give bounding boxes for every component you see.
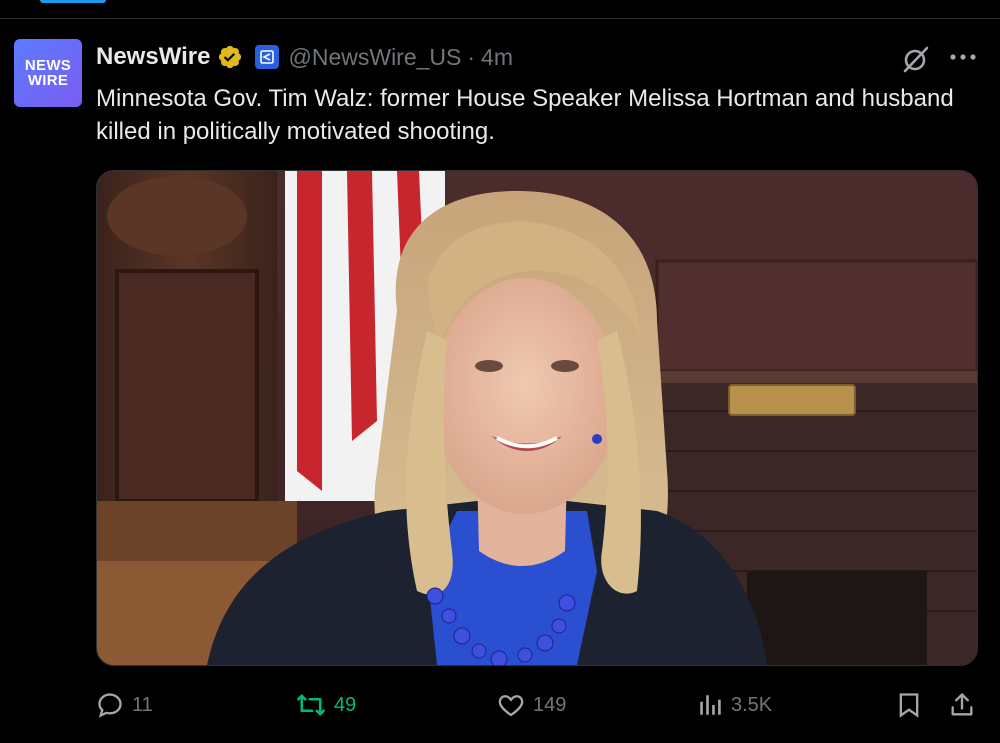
like-count: 149: [533, 693, 567, 716]
views-count: 3.5K: [731, 693, 773, 716]
user-handle[interactable]: @NewsWire_US: [289, 44, 462, 71]
verified-badge-icon[interactable]: [217, 44, 243, 70]
active-tab-indicator: [40, 0, 106, 3]
share-icon: [951, 693, 973, 716]
avatar-text-line2: WIRE: [27, 72, 69, 89]
bookmark-icon: [899, 693, 919, 718]
separator-dot: ·: [467, 43, 476, 70]
reply-button[interactable]: 11: [96, 685, 153, 725]
more-options-icon[interactable]: [946, 45, 980, 69]
reply-count: 11: [132, 693, 153, 716]
repost-icon: [297, 694, 325, 716]
affiliate-badge-icon[interactable]: [254, 45, 279, 69]
timestamp[interactable]: 4m: [481, 44, 513, 71]
grok-icon[interactable]: [900, 43, 932, 75]
tweet-header: NewsWire @NewsWire_US · 4m: [96, 41, 513, 73]
top-bar: [0, 0, 1000, 19]
repost-count: 49: [334, 693, 357, 716]
analytics-icon: [700, 695, 721, 715]
heart-icon: [498, 695, 524, 717]
reply-icon: [98, 693, 122, 718]
share-button[interactable]: [948, 685, 976, 725]
tweet-actions: 11 49 149 3.5K: [0, 685, 1000, 725]
tweet[interactable]: NEWS WIRE NewsWire @NewsWire_US · 4m Min…: [0, 19, 1000, 743]
tweet-photo[interactable]: [96, 170, 978, 666]
bookmark-button[interactable]: [895, 685, 923, 725]
avatar[interactable]: NEWS WIRE: [14, 39, 82, 107]
avatar-text-line1: NEWS: [24, 57, 72, 74]
tweet-text: Minnesota Gov. Tim Walz: former House Sp…: [96, 85, 954, 145]
display-name[interactable]: NewsWire: [96, 43, 211, 71]
views-button[interactable]: 3.5K: [697, 685, 772, 725]
like-button[interactable]: 149: [497, 685, 566, 725]
repost-button[interactable]: 49: [296, 685, 356, 725]
